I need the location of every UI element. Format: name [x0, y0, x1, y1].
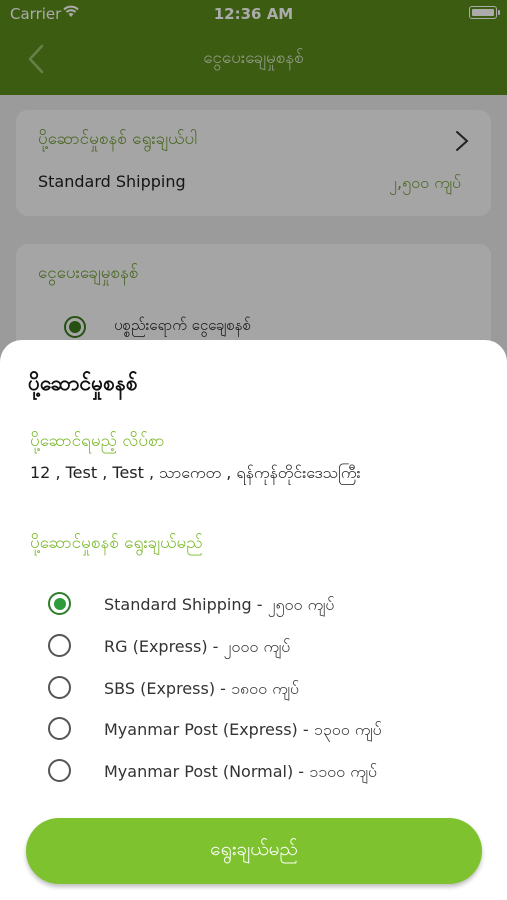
shipping-option-label: Standard Shipping - ၂၅၀၀ ကျပ် [104, 595, 335, 614]
radio-unselected-icon[interactable] [48, 759, 71, 782]
radio-unselected-icon[interactable] [48, 717, 71, 740]
address-label: ပို့ဆောင်ရမည့် လိပ်စာ [30, 431, 165, 451]
address-value: 12 , Test , Test , သာကေတ , ရန်ကုန်တိုင်း… [30, 463, 361, 482]
shipping-option-label: Myanmar Post (Normal) - ၁၁၀၀ ကျပ် [104, 762, 378, 781]
confirm-select-button[interactable]: ရွေးချယ်မည် [26, 818, 482, 884]
shipping-option[interactable]: RG (Express) - ၂၀၀၀ ကျပ် [0, 628, 507, 664]
shipping-bottom-sheet: ပို့ဆောင်မှုစနစ် ပို့ဆောင်ရမည့် လိပ်စာ 1… [0, 340, 507, 900]
shipping-option[interactable]: Myanmar Post (Normal) - ၁၁၀၀ ကျပ် [0, 753, 507, 789]
shipping-option[interactable]: Myanmar Post (Express) - ၁၃၀၀ ကျပ် [0, 711, 507, 747]
radio-unselected-icon[interactable] [48, 634, 71, 657]
shipping-option-label: Myanmar Post (Express) - ၁၃၀၀ ကျပ် [104, 720, 382, 739]
shipping-select-label: ပို့ဆောင်မှုစနစ် ရွေးချယ်မည် [30, 533, 203, 553]
shipping-option[interactable]: Standard Shipping - ၂၅၀၀ ကျပ် [0, 586, 507, 622]
radio-selected-icon[interactable] [48, 592, 71, 615]
shipping-option-label: SBS (Express) - ၁၈၀၀ ကျပ် [104, 679, 300, 698]
sheet-title: ပို့ဆောင်မှုစနစ် [28, 371, 138, 395]
radio-unselected-icon[interactable] [48, 676, 71, 699]
shipping-option-label: RG (Express) - ၂၀၀၀ ကျပ် [104, 637, 291, 656]
shipping-option[interactable]: SBS (Express) - ၁၈၀၀ ကျပ် [0, 670, 507, 706]
